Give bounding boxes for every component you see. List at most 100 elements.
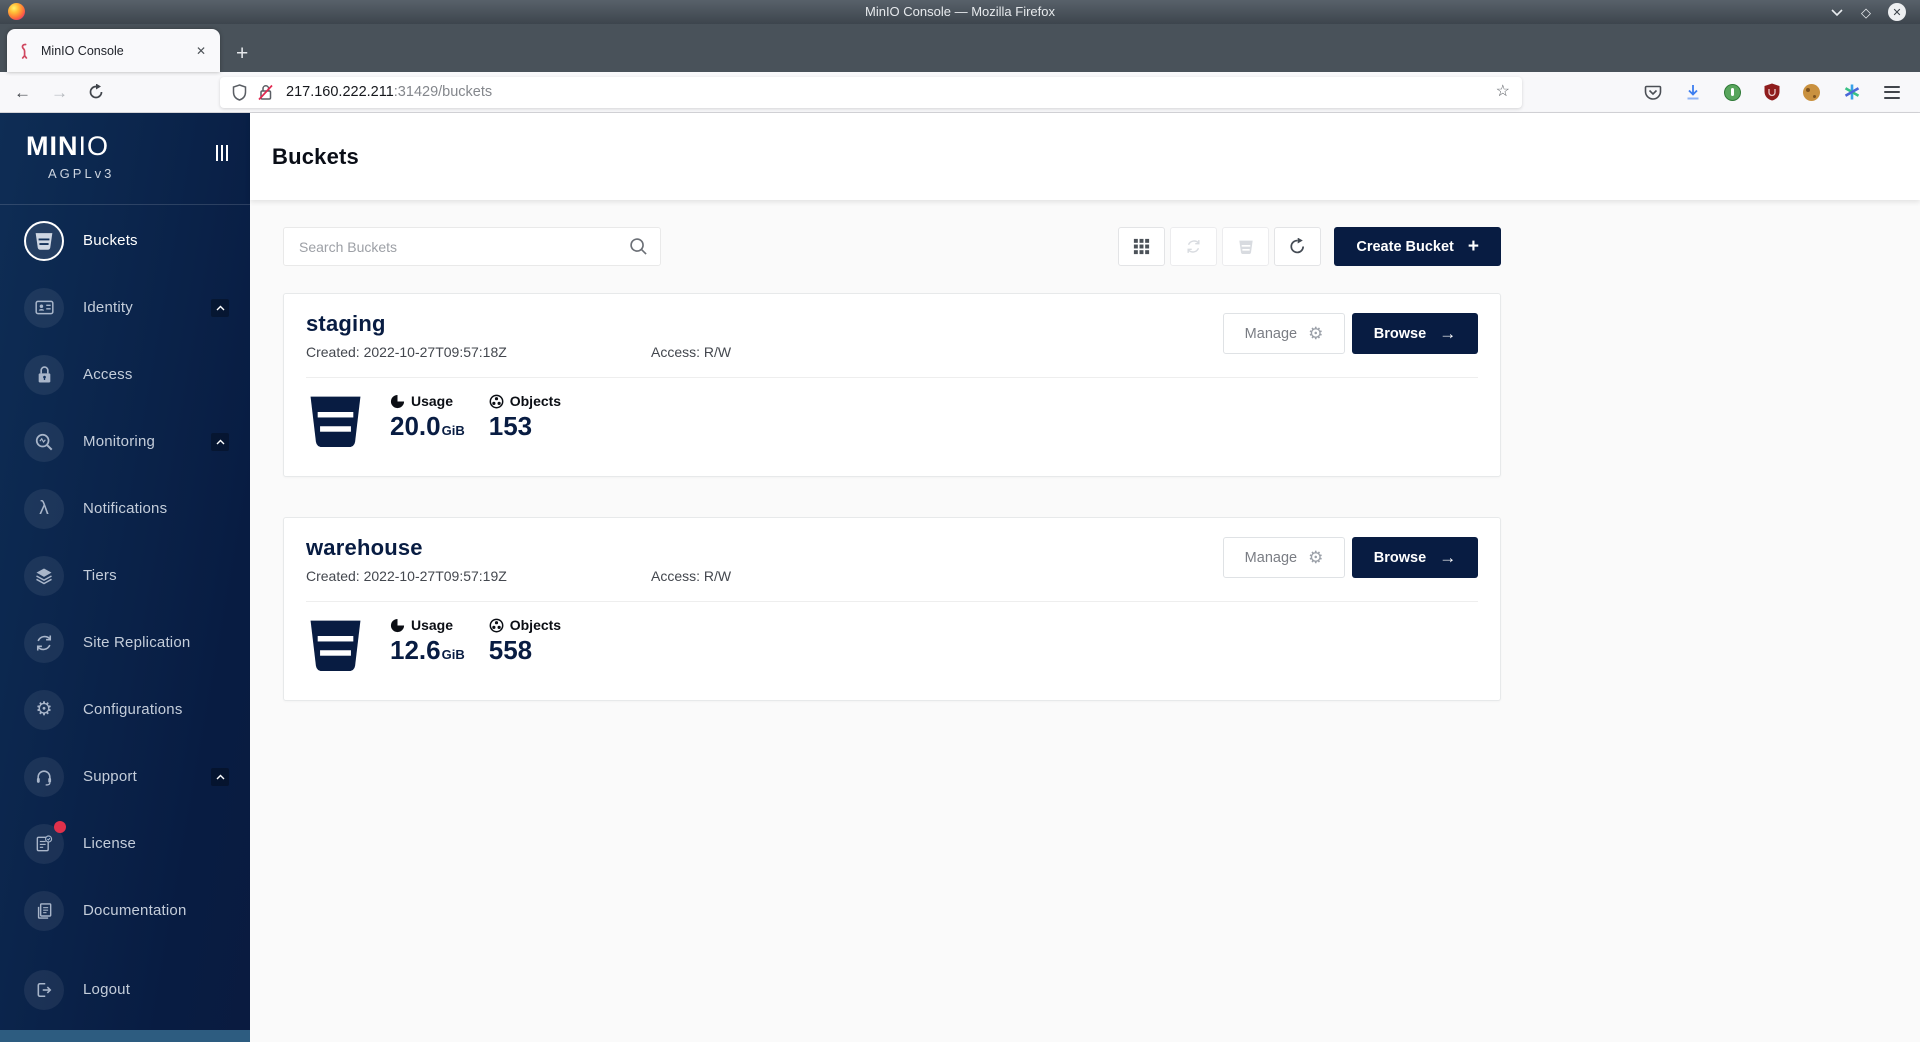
url-host: 217.160.222.211 — [286, 84, 394, 100]
bucket-icon — [306, 617, 365, 674]
usage-unit: GiB — [442, 423, 465, 438]
plus-icon: + — [1468, 237, 1479, 256]
support-headset-icon — [24, 757, 64, 797]
monitoring-collapse-chevron-icon[interactable] — [211, 433, 229, 451]
bucket-created: Created: 2022-10-27T09:57:18Z — [306, 344, 651, 360]
browser-tabstrip: MinIO Console ✕ + — [0, 24, 1920, 72]
manage-button[interactable]: Manage ⚙ — [1223, 313, 1345, 354]
documentation-book-icon — [24, 891, 64, 931]
sidebar-item-identity[interactable]: Identity — [0, 274, 250, 341]
sidebar: MINIO AGPLv3 Buckets Identity — [0, 113, 250, 1042]
card-divider — [306, 377, 1478, 378]
page-title: Buckets — [272, 144, 359, 170]
browse-button[interactable]: Browse → — [1352, 537, 1478, 578]
refresh-icon — [1289, 238, 1306, 255]
arrow-right-icon: → — [1439, 549, 1456, 566]
minio-favicon-icon — [17, 43, 32, 59]
content-area: Create Bucket + staging Created: 2022-10… — [250, 200, 1920, 1042]
extension-green-icon[interactable] — [1724, 84, 1741, 101]
monitoring-magnifier-icon — [24, 422, 64, 462]
window-maximize-icon[interactable]: ◇ — [1861, 6, 1871, 19]
page-header: Buckets — [250, 113, 1920, 200]
url-bar[interactable]: 217.160.222.211:31429/buckets ☆ — [220, 77, 1522, 108]
insecure-lock-icon[interactable] — [258, 84, 273, 101]
window-minimize-icon[interactable] — [1830, 8, 1844, 17]
bucket-icon — [24, 221, 64, 261]
sidebar-item-monitoring[interactable]: Monitoring — [0, 408, 250, 475]
cookie-extension-icon[interactable] — [1803, 84, 1820, 101]
sidebar-item-logout[interactable]: Logout — [0, 956, 250, 1023]
forward-button[interactable]: → — [51, 84, 68, 101]
lambda-icon: λ — [24, 489, 64, 529]
usage-pie-icon — [390, 618, 405, 633]
extension-asterisk-icon[interactable] — [1843, 83, 1861, 101]
tab-title: MinIO Console — [41, 44, 192, 58]
view-grid-button[interactable] — [1118, 227, 1165, 266]
delete-bucket-button[interactable] — [1222, 227, 1269, 266]
gear-icon: ⚙ — [24, 690, 64, 730]
usage-metric: Usage 20.0GiB — [390, 393, 465, 441]
bucket-created: Created: 2022-10-27T09:57:19Z — [306, 568, 651, 584]
license-document-icon — [24, 824, 64, 864]
browser-tab[interactable]: MinIO Console ✕ — [7, 29, 220, 72]
sidebar-collapse-icon[interactable] — [216, 145, 229, 161]
browse-button[interactable]: Browse → — [1352, 313, 1478, 354]
objects-value: 558 — [489, 636, 563, 665]
search-input[interactable] — [283, 227, 661, 266]
objects-metric: Objects 558 — [489, 617, 563, 665]
grid-icon — [1133, 238, 1150, 255]
logout-icon — [24, 970, 64, 1010]
objects-value: 153 — [489, 412, 563, 441]
tab-close-icon[interactable]: ✕ — [192, 42, 210, 60]
minio-logo: MINIO — [26, 133, 226, 160]
usage-pie-icon — [390, 394, 405, 409]
replication-arrows-icon — [24, 623, 64, 663]
pocket-icon[interactable] — [1644, 84, 1662, 101]
bucket-access: Access: R/W — [651, 568, 731, 584]
sidebar-item-buckets[interactable]: Buckets — [0, 207, 250, 274]
usage-metric: Usage 12.6GiB — [390, 617, 465, 665]
sidebar-logo: MINIO AGPLv3 — [0, 113, 250, 205]
back-button[interactable]: ← — [14, 84, 31, 101]
sidebar-item-license[interactable]: License — [0, 810, 250, 877]
manage-button[interactable]: Manage ⚙ — [1223, 537, 1345, 578]
sidebar-item-access[interactable]: Access — [0, 341, 250, 408]
bookmark-star-icon[interactable]: ☆ — [1496, 84, 1510, 100]
sidebar-item-notifications[interactable]: λ Notifications — [0, 475, 250, 542]
browser-navbar: ← → 217.160.222.211:31429/buckets ☆ — [0, 72, 1920, 113]
ublock-origin-icon[interactable] — [1764, 83, 1780, 101]
card-divider — [306, 601, 1478, 602]
replication-icon — [1185, 238, 1202, 255]
menu-hamburger-icon[interactable] — [1884, 86, 1900, 99]
identity-collapse-chevron-icon[interactable] — [211, 299, 229, 317]
objects-icon — [489, 618, 504, 633]
delete-bucket-icon — [1238, 239, 1254, 255]
sidebar-item-site-replication[interactable]: Site Replication — [0, 609, 250, 676]
sidebar-item-support[interactable]: Support — [0, 743, 250, 810]
identity-card-icon — [24, 288, 64, 328]
support-collapse-chevron-icon[interactable] — [211, 768, 229, 786]
bucket-icon — [306, 393, 365, 450]
sidebar-item-configurations[interactable]: ⚙ Configurations — [0, 676, 250, 743]
layers-icon — [24, 556, 64, 596]
bucket-card-warehouse[interactable]: warehouse Created: 2022-10-27T09:57:19Z … — [283, 517, 1501, 701]
reload-button[interactable] — [88, 84, 104, 100]
url-path: :31429/buckets — [394, 84, 492, 100]
refresh-button[interactable] — [1274, 227, 1321, 266]
sidebar-bottom-strip — [0, 1030, 250, 1042]
bucket-card-staging[interactable]: staging Created: 2022-10-27T09:57:18Z Ac… — [283, 293, 1501, 477]
window-close-icon[interactable]: ✕ — [1888, 3, 1906, 21]
tracking-protection-shield-icon[interactable] — [232, 84, 247, 101]
window-titlebar: MinIO Console — Mozilla Firefox ◇ ✕ — [0, 0, 1920, 24]
sidebar-item-tiers[interactable]: Tiers — [0, 542, 250, 609]
set-replication-button[interactable] — [1170, 227, 1217, 266]
edition-label: AGPLv3 — [48, 166, 226, 181]
download-icon[interactable] — [1685, 84, 1701, 101]
gear-icon: ⚙ — [1308, 325, 1323, 342]
search-buckets-box — [283, 227, 661, 266]
create-bucket-button[interactable]: Create Bucket + — [1334, 227, 1501, 266]
objects-icon — [489, 394, 504, 409]
new-tab-button[interactable]: + — [236, 43, 248, 64]
objects-metric: Objects 153 — [489, 393, 563, 441]
sidebar-item-documentation[interactable]: Documentation — [0, 877, 250, 944]
